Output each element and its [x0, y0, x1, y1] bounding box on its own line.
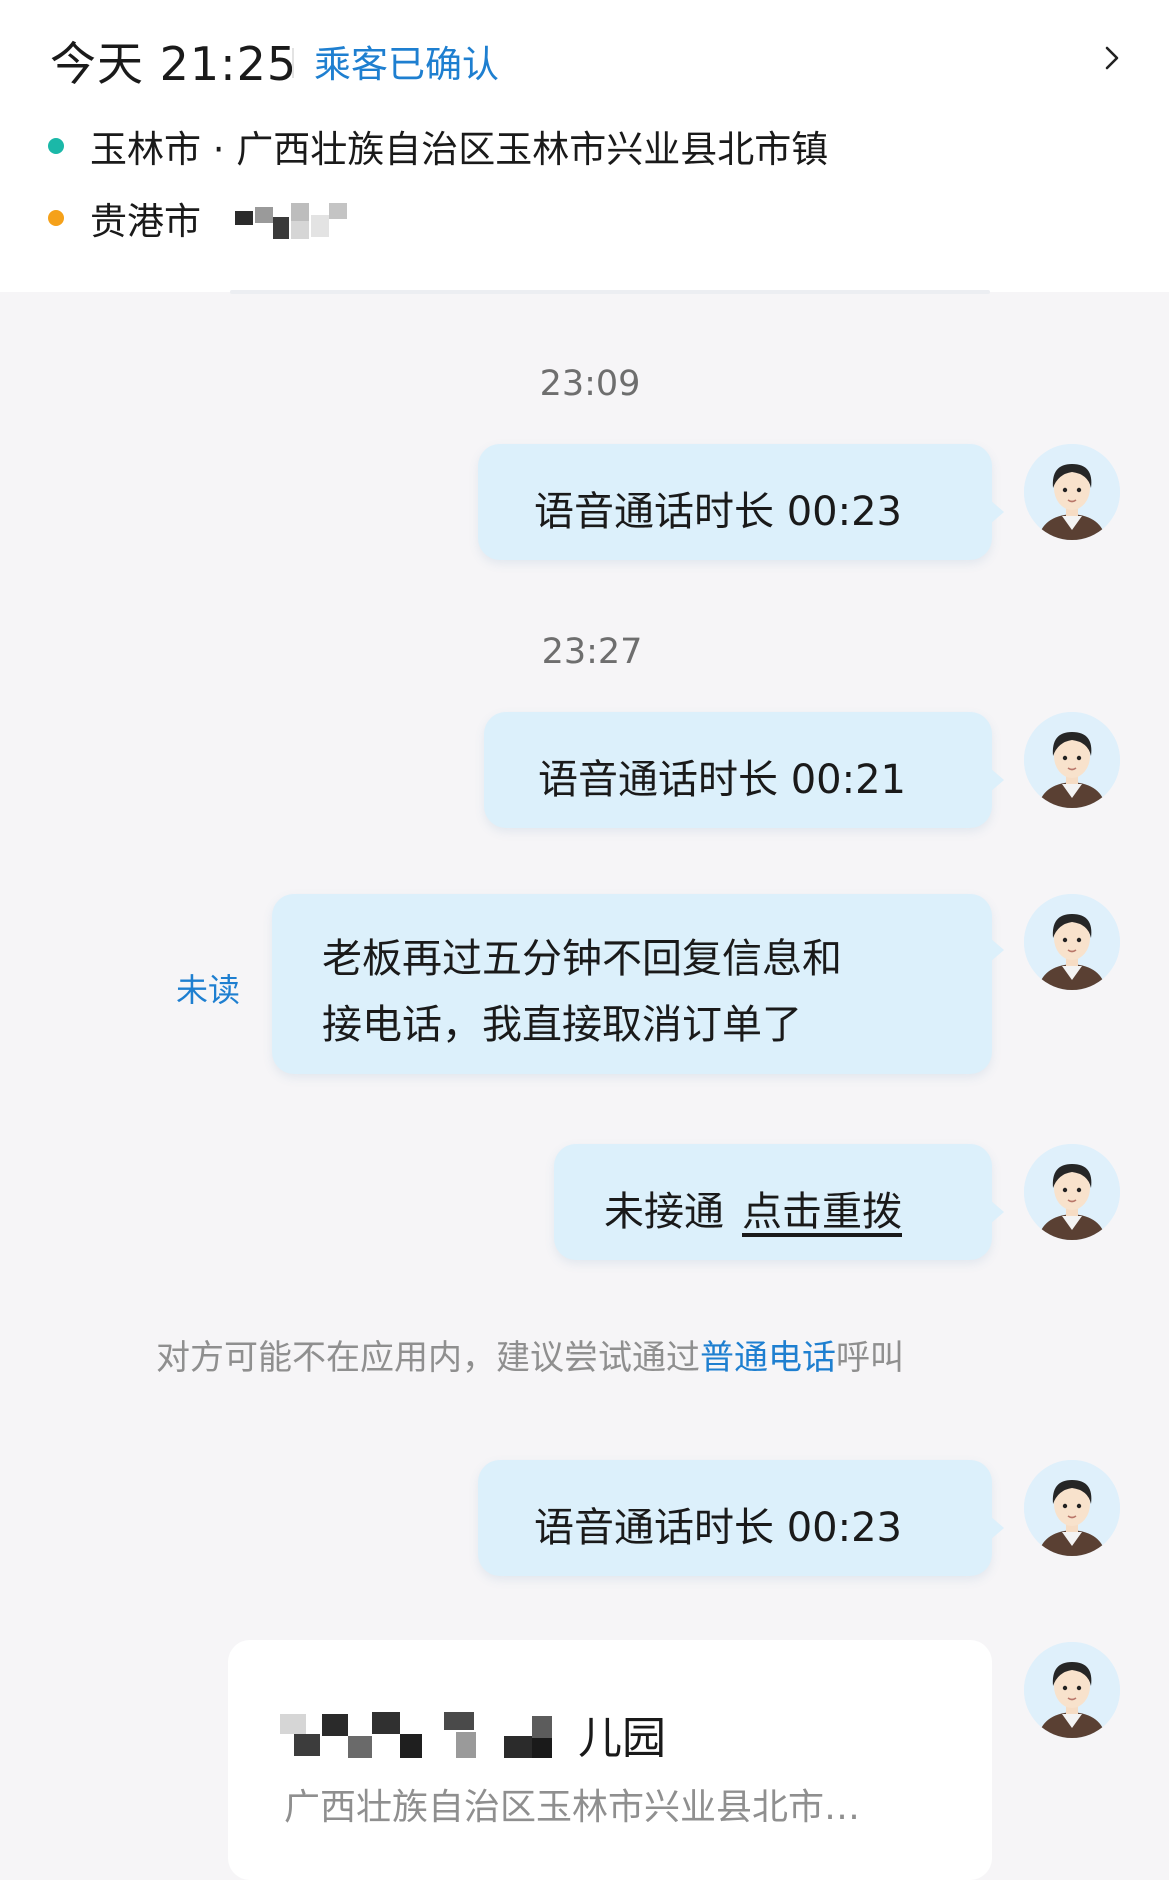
system-notice: 对方可能不在应用内，建议尝试通过普通电话呼叫 — [156, 1330, 904, 1379]
redacted-location-mosaic — [280, 1706, 570, 1762]
avatar-icon[interactable] — [1024, 1460, 1120, 1556]
order-time: 今天 21:25 — [50, 37, 298, 91]
location-card[interactable]: 儿园 广西壮族自治区玉林市兴业县北市… — [228, 1640, 992, 1880]
pickup-dot-icon — [48, 138, 64, 154]
call-record-bubble[interactable]: 语音通话时长 00:23 — [478, 1460, 1004, 1576]
order-status: 乘客已确认 — [314, 43, 499, 86]
message-line-1: 老板再过五分钟不回复信息和 — [322, 936, 842, 982]
pickup-address: 玉林市 · 广西壮族自治区玉林市兴业县北市镇 — [90, 128, 829, 171]
redacted-address-mosaic — [235, 197, 347, 239]
destination-row: 贵港市 — [48, 190, 347, 246]
call-record-bubble[interactable]: 语音通话时长 00:23 — [478, 444, 1004, 560]
location-title: 儿园 — [280, 1702, 666, 1766]
location-title-text: 儿园 — [578, 1713, 666, 1764]
header-divider — [292, 48, 294, 78]
normal-phone-link[interactable]: 普通电话 — [700, 1338, 836, 1378]
message-timestamp: 23:27 — [541, 632, 643, 672]
avatar-icon[interactable] — [1024, 1642, 1120, 1738]
notice-suffix: 呼叫 — [836, 1338, 904, 1378]
call-duration-text: 语音通话时长 00:23 — [534, 489, 902, 535]
avatar-icon[interactable] — [1024, 444, 1120, 540]
missed-call-text: 未接通 点击重拨 — [604, 1179, 902, 1237]
call-duration-text: 语音通话时长 00:21 — [538, 757, 906, 803]
destination-city: 贵港市 — [90, 200, 201, 243]
location-address: 广西壮族自治区玉林市兴业县北市… — [284, 1787, 861, 1828]
redial-link[interactable]: 点击重拨 — [742, 1189, 902, 1235]
message-line-2: 接电话，我直接取消订单了 — [322, 1002, 802, 1048]
destination-dot-icon — [48, 210, 64, 226]
call-record-bubble[interactable]: 语音通话时长 00:21 — [484, 712, 1004, 828]
avatar-icon[interactable] — [1024, 894, 1120, 990]
message-timestamp: 23:09 — [539, 364, 641, 404]
call-duration-text: 语音通话时长 00:23 — [534, 1505, 902, 1551]
missed-call-label: 未接通 — [604, 1189, 724, 1235]
pickup-row: 玉林市 · 广西壮族自治区玉林市兴业县北市镇 — [48, 118, 828, 174]
order-header[interactable]: 今天 21:25 乘客已确认 玉林市 · 广西壮族自治区玉林市兴业县北市镇 贵港… — [0, 0, 1169, 292]
avatar-icon[interactable] — [1024, 1144, 1120, 1240]
chevron-right-icon[interactable] — [1100, 46, 1124, 70]
notice-text: 对方可能不在应用内，建议尝试通过 — [156, 1338, 700, 1378]
avatar-icon[interactable] — [1024, 712, 1120, 808]
unread-status: 未读 — [176, 971, 241, 1009]
missed-call-bubble[interactable]: 未接通 点击重拨 — [554, 1144, 1004, 1260]
chat-top-fade — [230, 290, 990, 294]
text-message-bubble[interactable]: 老板再过五分钟不回复信息和 接电话，我直接取消订单了 — [272, 894, 1004, 1074]
